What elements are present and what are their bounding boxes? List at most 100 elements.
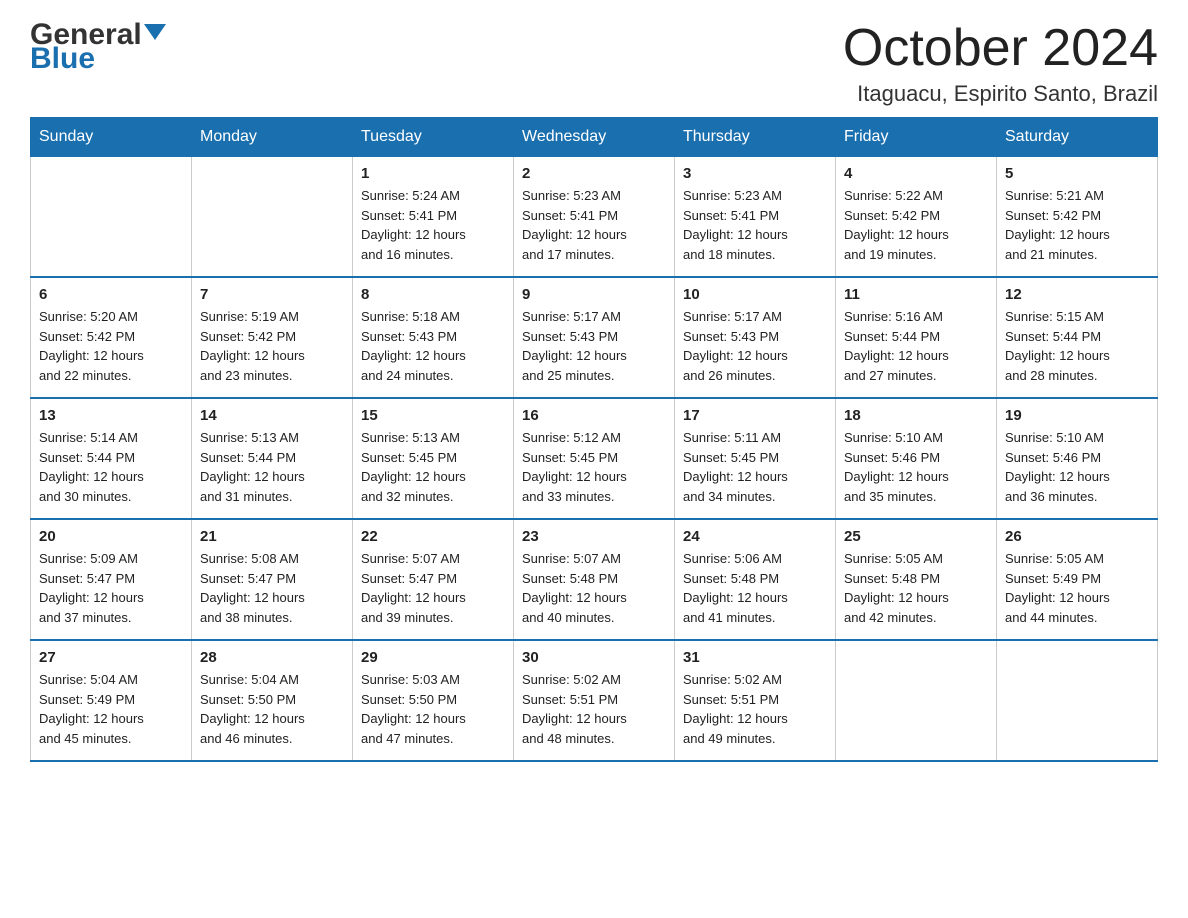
day-info: Sunrise: 5:02 AM Sunset: 5:51 PM Dayligh… (683, 670, 827, 748)
calendar-body: 1 Sunrise: 5:24 AM Sunset: 5:41 PM Daylig… (31, 157, 1158, 762)
col-wednesday: Wednesday (514, 118, 675, 157)
col-monday: Monday (192, 118, 353, 157)
day-number: 3 (683, 165, 827, 182)
day-info: Sunrise: 5:07 AM Sunset: 5:47 PM Dayligh… (361, 549, 505, 627)
calendar-cell: 13 Sunrise: 5:14 AM Sunset: 5:44 PM Dayli… (31, 398, 192, 519)
day-number: 6 (39, 286, 183, 303)
calendar-cell: 18Sunrise: 5:10 AM Sunset: 5:46 PM Dayli… (836, 398, 997, 519)
calendar-cell: 2 Sunrise: 5:23 AM Sunset: 5:41 PM Daylig… (514, 157, 675, 278)
calendar-cell: 20 Sunrise: 5:09 AM Sunset: 5:47 PM Dayli… (31, 519, 192, 640)
calendar-cell: 28Sunrise: 5:04 AM Sunset: 5:50 PM Dayli… (192, 640, 353, 761)
day-number: 29 (361, 649, 505, 666)
calendar-cell: 3 Sunrise: 5:23 AM Sunset: 5:41 PM Daylig… (675, 157, 836, 278)
day-number: 13 (39, 407, 183, 424)
day-number: 9 (522, 286, 666, 303)
day-number: 1 (361, 165, 505, 182)
logo: General Blue (30, 20, 166, 74)
calendar-cell: 7 Sunrise: 5:19 AM Sunset: 5:42 PM Daylig… (192, 277, 353, 398)
day-info: Sunrise: 5:23 AM Sunset: 5:41 PM Dayligh… (522, 186, 666, 264)
day-info: Sunrise: 5:13 AM Sunset: 5:44 PM Dayligh… (200, 428, 344, 506)
calendar-cell: 1 Sunrise: 5:24 AM Sunset: 5:41 PM Daylig… (353, 157, 514, 278)
calendar-cell: 4 Sunrise: 5:22 AM Sunset: 5:42 PM Daylig… (836, 157, 997, 278)
day-info: Sunrise: 5:02 AM Sunset: 5:51 PM Dayligh… (522, 670, 666, 748)
calendar-cell (997, 640, 1158, 761)
calendar-cell: 14 Sunrise: 5:13 AM Sunset: 5:44 PM Dayli… (192, 398, 353, 519)
day-number: 26 (1005, 528, 1149, 545)
day-number: 2 (522, 165, 666, 182)
calendar-cell (31, 157, 192, 278)
day-info: Sunrise: 5:09 AM Sunset: 5:47 PM Dayligh… (39, 549, 183, 627)
calendar-week-5: 27 Sunrise: 5:04 AM Sunset: 5:49 PM Dayli… (31, 640, 1158, 761)
calendar-cell: 8 Sunrise: 5:18 AM Sunset: 5:43 PM Daylig… (353, 277, 514, 398)
calendar-week-4: 20 Sunrise: 5:09 AM Sunset: 5:47 PM Dayli… (31, 519, 1158, 640)
day-info: Sunrise: 5:18 AM Sunset: 5:43 PM Dayligh… (361, 307, 505, 385)
calendar-cell: 9 Sunrise: 5:17 AM Sunset: 5:43 PM Daylig… (514, 277, 675, 398)
day-info: Sunrise: 5:12 AM Sunset: 5:45 PM Dayligh… (522, 428, 666, 506)
day-info: Sunrise: 5:06 AM Sunset: 5:48 PM Dayligh… (683, 549, 827, 627)
day-number: 23 (522, 528, 666, 545)
day-number: 14 (200, 407, 344, 424)
day-number: 28 (200, 649, 344, 666)
calendar-cell: 22 Sunrise: 5:07 AM Sunset: 5:47 PM Dayli… (353, 519, 514, 640)
calendar-cell: 5Sunrise: 5:21 AM Sunset: 5:42 PM Daylig… (997, 157, 1158, 278)
calendar-cell: 6 Sunrise: 5:20 AM Sunset: 5:42 PM Daylig… (31, 277, 192, 398)
calendar-cell: 26 Sunrise: 5:05 AM Sunset: 5:49 PM Dayli… (997, 519, 1158, 640)
day-info: Sunrise: 5:11 AM Sunset: 5:45 PM Dayligh… (683, 428, 827, 506)
day-info: Sunrise: 5:17 AM Sunset: 5:43 PM Dayligh… (683, 307, 827, 385)
day-number: 18 (844, 407, 988, 424)
day-number: 10 (683, 286, 827, 303)
calendar-cell: 17 Sunrise: 5:11 AM Sunset: 5:45 PM Dayli… (675, 398, 836, 519)
day-info: Sunrise: 5:05 AM Sunset: 5:49 PM Dayligh… (1005, 549, 1149, 627)
day-number: 16 (522, 407, 666, 424)
col-friday: Friday (836, 118, 997, 157)
day-info: Sunrise: 5:20 AM Sunset: 5:42 PM Dayligh… (39, 307, 183, 385)
day-info: Sunrise: 5:19 AM Sunset: 5:42 PM Dayligh… (200, 307, 344, 385)
calendar-cell: 23 Sunrise: 5:07 AM Sunset: 5:48 PM Dayli… (514, 519, 675, 640)
calendar-cell: 12 Sunrise: 5:15 AM Sunset: 5:44 PM Dayli… (997, 277, 1158, 398)
calendar-week-1: 1 Sunrise: 5:24 AM Sunset: 5:41 PM Daylig… (31, 157, 1158, 278)
day-info: Sunrise: 5:15 AM Sunset: 5:44 PM Dayligh… (1005, 307, 1149, 385)
calendar-cell: 29Sunrise: 5:03 AM Sunset: 5:50 PM Dayli… (353, 640, 514, 761)
calendar-cell: 16 Sunrise: 5:12 AM Sunset: 5:45 PM Dayli… (514, 398, 675, 519)
day-number: 30 (522, 649, 666, 666)
day-number: 12 (1005, 286, 1149, 303)
day-number: 8 (361, 286, 505, 303)
calendar-cell: 11Sunrise: 5:16 AM Sunset: 5:44 PM Dayli… (836, 277, 997, 398)
calendar-week-3: 13 Sunrise: 5:14 AM Sunset: 5:44 PM Dayli… (31, 398, 1158, 519)
day-number: 19 (1005, 407, 1149, 424)
calendar-cell: 24 Sunrise: 5:06 AM Sunset: 5:48 PM Dayli… (675, 519, 836, 640)
calendar-cell: 31Sunrise: 5:02 AM Sunset: 5:51 PM Dayli… (675, 640, 836, 761)
day-number: 27 (39, 649, 183, 666)
day-info: Sunrise: 5:08 AM Sunset: 5:47 PM Dayligh… (200, 549, 344, 627)
calendar-table: Sunday Monday Tuesday Wednesday Thursday… (30, 117, 1158, 762)
header-row: Sunday Monday Tuesday Wednesday Thursday… (31, 118, 1158, 157)
calendar-cell: 19 Sunrise: 5:10 AM Sunset: 5:46 PM Dayli… (997, 398, 1158, 519)
calendar-cell: 25Sunrise: 5:05 AM Sunset: 5:48 PM Dayli… (836, 519, 997, 640)
day-info: Sunrise: 5:07 AM Sunset: 5:48 PM Dayligh… (522, 549, 666, 627)
day-number: 11 (844, 286, 988, 303)
calendar-week-2: 6 Sunrise: 5:20 AM Sunset: 5:42 PM Daylig… (31, 277, 1158, 398)
col-sunday: Sunday (31, 118, 192, 157)
day-info: Sunrise: 5:22 AM Sunset: 5:42 PM Dayligh… (844, 186, 988, 264)
day-info: Sunrise: 5:23 AM Sunset: 5:41 PM Dayligh… (683, 186, 827, 264)
day-info: Sunrise: 5:04 AM Sunset: 5:49 PM Dayligh… (39, 670, 183, 748)
day-number: 21 (200, 528, 344, 545)
day-number: 22 (361, 528, 505, 545)
title-block: October 2024 Itaguacu, Espirito Santo, B… (843, 20, 1158, 107)
day-number: 5 (1005, 165, 1149, 182)
day-info: Sunrise: 5:14 AM Sunset: 5:44 PM Dayligh… (39, 428, 183, 506)
month-title: October 2024 (843, 20, 1158, 77)
day-number: 20 (39, 528, 183, 545)
calendar-cell: 30 Sunrise: 5:02 AM Sunset: 5:51 PM Dayli… (514, 640, 675, 761)
day-info: Sunrise: 5:10 AM Sunset: 5:46 PM Dayligh… (1005, 428, 1149, 506)
day-number: 17 (683, 407, 827, 424)
calendar-cell (192, 157, 353, 278)
day-number: 7 (200, 286, 344, 303)
calendar-cell: 27 Sunrise: 5:04 AM Sunset: 5:49 PM Dayli… (31, 640, 192, 761)
day-info: Sunrise: 5:13 AM Sunset: 5:45 PM Dayligh… (361, 428, 505, 506)
day-info: Sunrise: 5:24 AM Sunset: 5:41 PM Dayligh… (361, 186, 505, 264)
day-info: Sunrise: 5:17 AM Sunset: 5:43 PM Dayligh… (522, 307, 666, 385)
day-number: 4 (844, 165, 988, 182)
day-number: 24 (683, 528, 827, 545)
calendar-cell (836, 640, 997, 761)
